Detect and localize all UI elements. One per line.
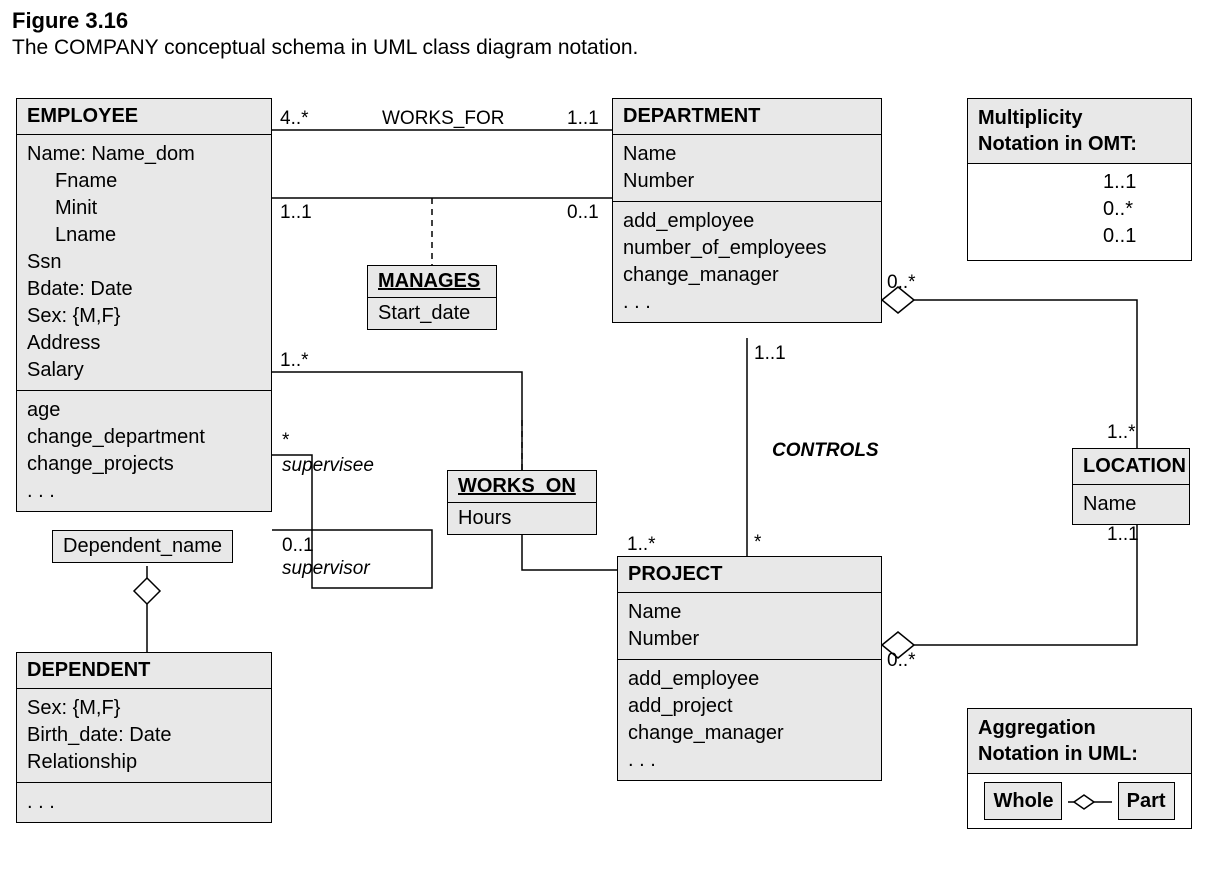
class-employee-ops: age change_department change_projects . …: [17, 391, 271, 511]
figure-number: Figure 3.16: [12, 8, 1194, 34]
mult: 0..1: [282, 535, 314, 557]
attr: Bdate: Date: [27, 276, 261, 303]
attr: Name: [628, 599, 871, 626]
class-dependent-title: DEPENDENT: [17, 653, 271, 689]
class-employee-title: EMPLOYEE: [17, 99, 271, 135]
legend-row: 0..1: [1103, 220, 1136, 252]
class-dependent-attrs: Sex: {M,F} Birth_date: Date Relationship: [17, 689, 271, 783]
mult: 1..1: [1107, 524, 1139, 546]
class-project-title: PROJECT: [618, 557, 881, 593]
legend-omt-t1: Multiplicity: [978, 107, 1082, 129]
op: . . .: [628, 747, 871, 774]
mult: 0..*: [887, 650, 916, 672]
attr: Relationship: [27, 749, 261, 776]
assoc-workson-title: WORKS_ON: [448, 471, 596, 503]
op: change_manager: [628, 720, 871, 747]
role-supervisee: supervisee: [282, 455, 374, 477]
op: change_department: [27, 424, 261, 451]
figure-caption: The COMPANY conceptual schema in UML cla…: [12, 36, 1194, 60]
op: add_employee: [628, 666, 871, 693]
attr: Number: [623, 168, 871, 195]
diamond-icon: [1068, 793, 1112, 811]
op: add_employee: [623, 208, 871, 235]
class-location: LOCATION Name: [1072, 448, 1190, 525]
legend-uml-title: Aggregation Notation in UML:: [968, 709, 1191, 774]
mult: 1..1: [567, 108, 599, 130]
mult: 1..*: [280, 350, 309, 372]
assoc-name-worksfor: WORKS_FOR: [382, 108, 504, 130]
class-department-ops: add_employee number_of_employees change_…: [613, 202, 881, 322]
mult: 4..*: [280, 108, 309, 130]
op: . . .: [623, 289, 871, 316]
attr: Salary: [27, 357, 261, 384]
legend-uml-t2: Notation in UML:: [978, 743, 1138, 765]
op: change_projects: [27, 451, 261, 478]
op: add_project: [628, 693, 871, 720]
attr: Name: [623, 141, 871, 168]
attr: Name: Name_dom: [27, 141, 261, 168]
op: change_manager: [623, 262, 871, 289]
assoc-workson: WORKS_ON Hours: [447, 470, 597, 535]
mult: 1..*: [1107, 422, 1136, 444]
class-project-ops: add_employee add_project change_manager …: [618, 660, 881, 780]
class-project-attrs: Name Number: [618, 593, 881, 660]
mult: *: [754, 532, 761, 554]
op: number_of_employees: [623, 235, 871, 262]
class-location-title: LOCATION: [1073, 449, 1189, 485]
diagram-canvas: EMPLOYEE Name: Name_dom Fname Minit Lnam…: [12, 90, 1192, 870]
attr: Address: [27, 330, 261, 357]
mult: 0..1: [567, 202, 599, 224]
class-dependent: DEPENDENT Sex: {M,F} Birth_date: Date Re…: [16, 652, 272, 823]
legend-omt-t2: Notation in OMT:: [978, 133, 1137, 155]
class-department-title: DEPARTMENT: [613, 99, 881, 135]
attr: Lname: [27, 222, 261, 249]
attr: Name: [1073, 485, 1189, 524]
attr: Minit: [27, 195, 261, 222]
mult: 1..*: [627, 534, 656, 556]
mult: 0..*: [887, 272, 916, 294]
attr: Sex: {M,F}: [27, 695, 261, 722]
legend-part: Part: [1118, 782, 1175, 820]
role-supervisor: supervisor: [282, 558, 370, 580]
attr: Birth_date: Date: [27, 722, 261, 749]
attr: Ssn: [27, 249, 261, 276]
legend-uml-t1: Aggregation: [978, 717, 1096, 739]
class-employee-attrs: Name: Name_dom Fname Minit Lname Ssn Bda…: [17, 135, 271, 391]
attr: Fname: [27, 168, 261, 195]
attr: Sex: {M,F}: [27, 303, 261, 330]
op: age: [27, 397, 261, 424]
op: . . .: [27, 478, 261, 505]
qualifier-dependent-name: Dependent_name: [52, 530, 233, 563]
mult: 1..1: [280, 202, 312, 224]
legend-uml-agg: Aggregation Notation in UML: Whole Part: [967, 708, 1192, 829]
mult: 1..1: [754, 343, 786, 365]
mult: *: [282, 430, 289, 452]
assoc-name-controls: CONTROLS: [772, 440, 879, 462]
class-department-attrs: Name Number: [613, 135, 881, 202]
legend-omt: Multiplicity Notation in OMT: 1..1 0..* …: [967, 98, 1192, 261]
class-dependent-ops: . . .: [17, 783, 271, 822]
assoc-workson-attr: Hours: [448, 503, 596, 534]
legend-omt-title: Multiplicity Notation in OMT:: [968, 99, 1191, 164]
assoc-manages: MANAGES Start_date: [367, 265, 497, 330]
attr: Number: [628, 626, 871, 653]
class-employee: EMPLOYEE Name: Name_dom Fname Minit Lnam…: [16, 98, 272, 512]
class-project: PROJECT Name Number add_employee add_pro…: [617, 556, 882, 781]
assoc-manages-attr: Start_date: [368, 298, 496, 329]
class-department: DEPARTMENT Name Number add_employee numb…: [612, 98, 882, 323]
legend-whole: Whole: [984, 782, 1062, 820]
assoc-manages-title: MANAGES: [368, 266, 496, 298]
